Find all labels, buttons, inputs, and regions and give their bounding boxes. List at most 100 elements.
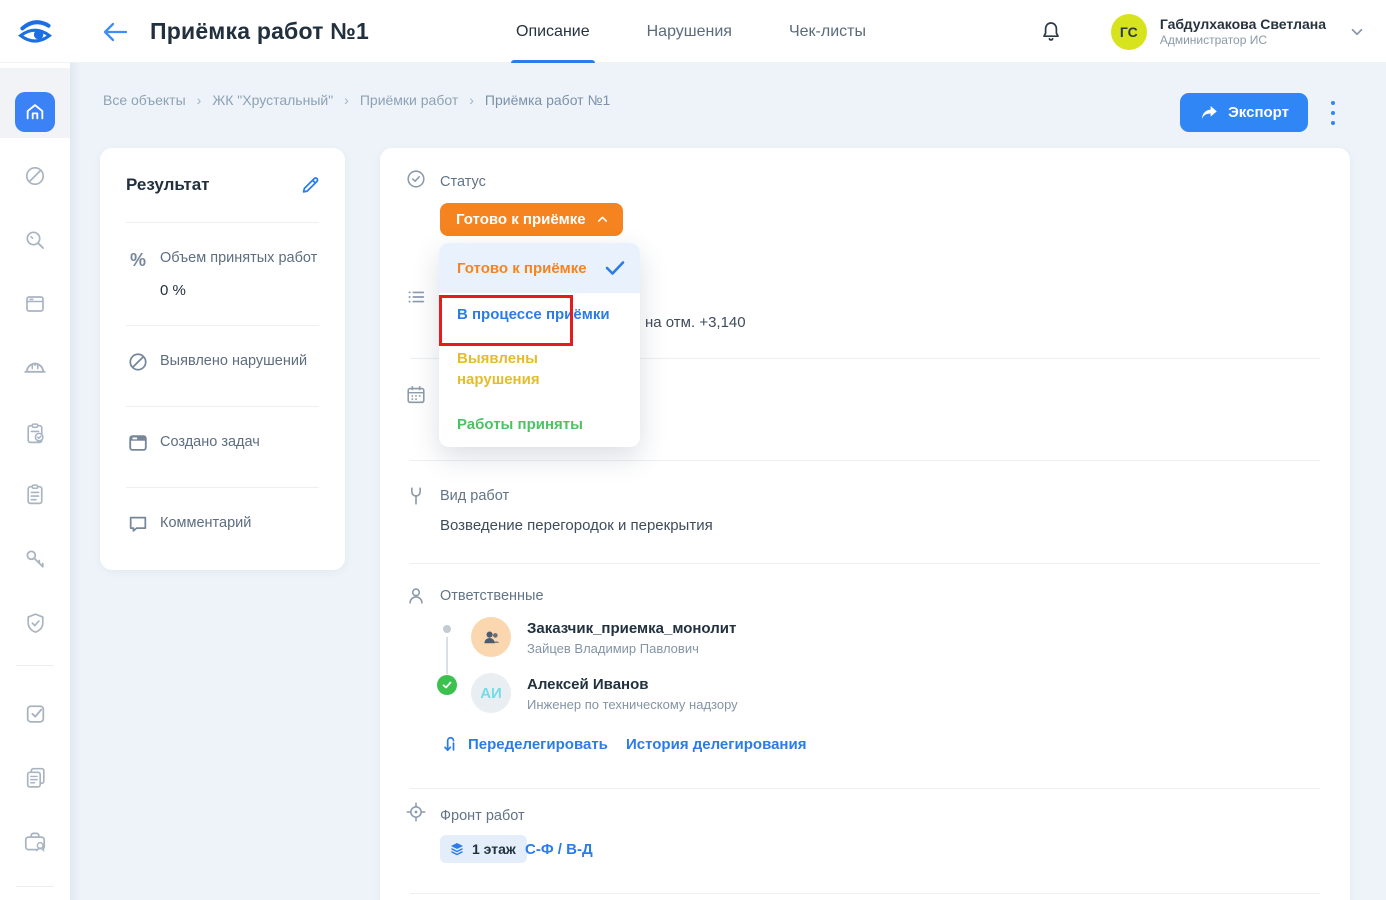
sidebar <box>0 63 70 900</box>
divider <box>126 406 319 407</box>
export-label: Экспорт <box>1228 104 1289 121</box>
breadcrumb-current: Приёмка работ №1 <box>485 92 610 108</box>
result-row-value: 0 % <box>160 282 186 299</box>
status-option-accepted[interactable]: Работы приняты <box>439 402 640 437</box>
redelegate-link[interactable]: Переделегировать <box>468 736 608 753</box>
breadcrumb-project[interactable]: ЖК "Хрустальный" <box>212 92 333 108</box>
responsible-name: Алексей Иванов <box>527 676 648 693</box>
work-name-partial: на отм. +3,140 <box>645 314 746 331</box>
layers-icon <box>449 841 465 857</box>
result-card-title: Результат <box>126 175 210 195</box>
sidebar-item-clipboard-icon[interactable] <box>22 481 48 507</box>
sidebar-item-shield-check-icon[interactable] <box>22 610 48 636</box>
floor-chip[interactable]: 1 этаж <box>440 835 527 863</box>
more-actions-kebab-icon[interactable] <box>1326 101 1340 125</box>
sidebar-divider <box>16 886 54 887</box>
work-list-icon <box>405 286 427 308</box>
comment-icon <box>126 512 150 536</box>
tab-bar: Описание Нарушения Чек-листы <box>516 0 866 63</box>
tab-violations[interactable]: Нарушения <box>647 0 732 63</box>
sidebar-item-checkbox-icon[interactable] <box>22 700 48 726</box>
status-current-value: Готово к приёмке <box>456 211 586 228</box>
sidebar-item-clipboard-check-icon[interactable] <box>22 420 48 446</box>
work-type-value: Возведение перегородок и перекрытия <box>440 517 713 534</box>
app-logo-eye-icon[interactable] <box>0 0 70 63</box>
chevron-up-icon <box>595 212 610 227</box>
status-dropdown-menu: Готово к приёмке В процессе приёмки Выяв… <box>439 243 640 447</box>
divider <box>410 460 1320 461</box>
back-button[interactable] <box>98 16 130 48</box>
status-icon <box>405 168 427 190</box>
sidebar-item-home-icon[interactable] <box>15 92 55 132</box>
result-row-label: Создано задач <box>160 434 335 451</box>
breadcrumb-all-objects[interactable]: Все объекты <box>103 92 186 108</box>
timeline-line <box>446 637 448 674</box>
work-front-target-icon <box>405 801 427 823</box>
work-front-label: Фронт работ <box>440 808 525 824</box>
status-dropdown-button[interactable]: Готово к приёмке <box>440 203 623 236</box>
export-share-icon <box>1199 104 1219 122</box>
timeline-check-icon <box>437 675 457 695</box>
divider <box>410 788 1320 789</box>
result-row-label: Объем принятых работ <box>160 250 335 267</box>
axes-link[interactable]: С-Ф / В-Д <box>525 841 593 858</box>
calendar-icon <box>405 384 427 406</box>
notifications-bell-icon[interactable] <box>1037 18 1065 46</box>
status-option-label: Выявлены нарушения <box>457 350 540 388</box>
status-option-violations-found[interactable]: Выявлены нарушения <box>439 337 640 402</box>
page-title: Приёмка работ №1 <box>150 18 369 45</box>
breadcrumb-separator: › <box>197 92 202 108</box>
divider <box>126 222 319 223</box>
avatar-initials: АИ <box>471 673 511 713</box>
delegation-history-link[interactable]: История делегирования <box>626 736 806 753</box>
avatar-group-icon <box>471 617 511 657</box>
sidebar-divider <box>16 665 54 666</box>
sidebar-item-window-icon[interactable] <box>22 291 48 317</box>
breadcrumb-separator: › <box>469 92 474 108</box>
header: Приёмка работ №1 Описание Нарушения Чек-… <box>0 0 1386 63</box>
edit-pencil-icon[interactable] <box>299 174 321 196</box>
user-avatar[interactable]: ГС <box>1111 14 1147 50</box>
status-option-ready[interactable]: Готово к приёмке <box>439 243 640 293</box>
chevron-down-icon[interactable] <box>1348 23 1366 41</box>
divider <box>126 325 319 326</box>
work-type-label: Вид работ <box>440 488 509 504</box>
sidebar-item-helmet-icon[interactable] <box>22 355 48 381</box>
responsible-label: Ответственные <box>440 588 544 604</box>
breadcrumb-acceptances[interactable]: Приёмки работ <box>360 92 458 108</box>
breadcrumb: Все объекты › ЖК "Хрустальный" › Приёмки… <box>103 92 610 108</box>
sidebar-item-search-icon[interactable] <box>22 227 48 253</box>
export-button[interactable]: Экспорт <box>1180 93 1308 132</box>
timeline-dot <box>443 625 451 633</box>
tab-checklists[interactable]: Чек-листы <box>789 0 866 63</box>
status-option-in-progress[interactable]: В процессе приёмки <box>439 293 640 337</box>
result-row-label: Комментарий <box>160 515 335 532</box>
percent-icon: % <box>126 248 150 272</box>
sidebar-item-documents-icon[interactable] <box>22 764 48 790</box>
person-icon <box>405 585 427 607</box>
sidebar-item-block-icon[interactable] <box>22 163 48 189</box>
header-right: ГС Габдулхакова Светлана Администратор И… <box>1037 0 1366 63</box>
user-name: Габдулхакова Светлана <box>1160 16 1326 33</box>
content-area: Все объекты › ЖК "Хрустальный" › Приёмки… <box>70 63 1386 900</box>
status-option-label: В процессе приёмки <box>457 306 610 323</box>
sidebar-item-briefcase-user-icon[interactable] <box>22 829 48 855</box>
details-card: Статус Готово к приёмке на отм. +3,140 В… <box>380 148 1350 900</box>
tab-description[interactable]: Описание <box>516 0 590 63</box>
check-icon <box>603 258 627 278</box>
user-role: Администратор ИС <box>1160 33 1326 48</box>
divider <box>410 563 1320 564</box>
status-option-label: Готово к приёмке <box>457 258 587 279</box>
floor-chip-label: 1 этаж <box>472 841 516 857</box>
work-type-icon <box>405 485 427 507</box>
block-icon <box>126 350 150 374</box>
status-label: Статус <box>440 174 486 190</box>
result-card: Результат % Объем принятых работ 0 % Выя… <box>100 148 345 570</box>
responsible-subtitle: Зайцев Владимир Павлович <box>527 641 699 656</box>
user-menu[interactable]: Габдулхакова Светлана Администратор ИС <box>1160 16 1326 48</box>
status-option-label: Работы приняты <box>457 416 583 433</box>
sidebar-item-key-icon[interactable] <box>22 546 48 572</box>
result-row-label: Выявлено нарушений <box>160 353 335 370</box>
redelegate-swap-icon[interactable] <box>441 734 461 754</box>
responsible-subtitle: Инженер по техническому надзору <box>527 697 738 712</box>
